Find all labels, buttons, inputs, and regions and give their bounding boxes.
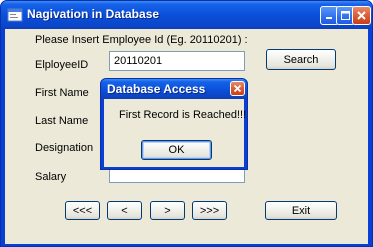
- previous-record-button[interactable]: <: [107, 201, 142, 220]
- window-title: Nagivation in Database: [27, 7, 160, 21]
- title-bar[interactable]: Nagivation in Database: [1, 1, 372, 29]
- dialog-body: First Record is Reached!!! OK: [104, 99, 247, 167]
- employee-id-input[interactable]: 20110201: [109, 51, 245, 71]
- dialog-close-button[interactable]: [230, 81, 245, 96]
- employee-id-label: ElployeeID: [35, 59, 89, 71]
- last-name-label: Last Name: [35, 115, 89, 127]
- first-name-label: First Name: [35, 87, 89, 99]
- search-button[interactable]: Search: [266, 49, 336, 70]
- last-record-button[interactable]: >>>: [192, 201, 227, 220]
- dialog-title-bar[interactable]: Database Access: [101, 79, 247, 99]
- exit-button[interactable]: Exit: [265, 201, 337, 220]
- prompt-label: Please Insert Employee Id (Eg. 20110201)…: [35, 34, 248, 46]
- next-record-button[interactable]: >: [150, 201, 185, 220]
- dialog-title: Database Access: [107, 82, 206, 96]
- salary-label: Salary: [35, 171, 67, 183]
- first-record-button[interactable]: <<<: [65, 201, 100, 220]
- close-icon: [233, 84, 242, 93]
- maximize-icon: [341, 11, 350, 20]
- designation-label: Designation: [35, 142, 94, 154]
- message-dialog: Database Access First Record is Reached!…: [100, 78, 248, 170]
- ok-button[interactable]: OK: [141, 140, 212, 160]
- app-icon: [7, 8, 23, 22]
- minimize-icon: [326, 17, 332, 19]
- close-icon: [357, 11, 366, 20]
- dialog-message: First Record is Reached!!!: [119, 109, 247, 121]
- close-button[interactable]: [352, 6, 371, 25]
